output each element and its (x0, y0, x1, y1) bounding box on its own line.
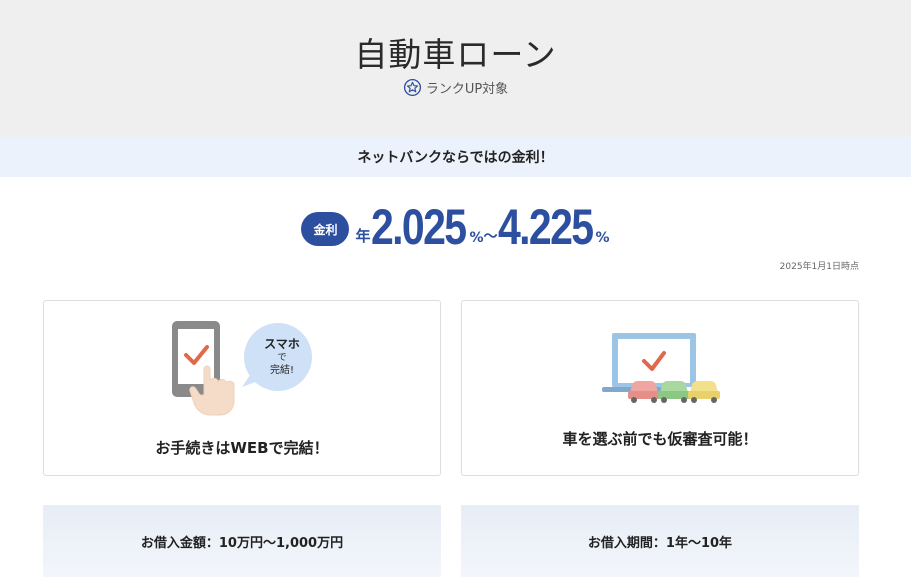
bubble-line-3: 完結! (269, 365, 294, 376)
loan-amount-text: お借入金額：10万円～1,000万円 (140, 535, 344, 551)
rank-up-tag: ランクUP対象 (0, 78, 911, 97)
rank-up-label: ランクUP対象 (425, 82, 509, 97)
feature-card-preapproval: 車を選ぶ前でも仮審査可能！ (461, 300, 859, 476)
loan-term-text: お借入期間：1年～10年 (587, 535, 733, 551)
star-circle-icon (403, 78, 421, 97)
feature-card-web: スマホ で 完結! お手続きはWEBで完結！ (43, 300, 441, 476)
rate-max: 4.225 (497, 199, 594, 255)
bubble-line-1: スマホ (264, 337, 300, 351)
rate-as-of-date: 2025年1月1日時点 (779, 262, 859, 272)
loan-term-box: お借入期間：1年～10年 (461, 505, 859, 577)
bubble-line-2: で (277, 353, 287, 363)
hero-section: 自動車ローン ランクUP対象 (0, 0, 911, 137)
rate-badge: 金利 (301, 212, 350, 246)
rate-prefix: 年 (355, 227, 371, 245)
rate-min: 2.025 (371, 199, 467, 255)
feature-web-text: お手続きはWEBで完結！ (155, 439, 329, 457)
laptop-cars-icon (602, 333, 720, 403)
feature-preapproval-text: 車を選ぶ前でも仮審査可能！ (562, 430, 758, 448)
speech-bubble: スマホ で 完結! (248, 337, 316, 377)
page-title: 自動車ローン (354, 35, 557, 74)
interest-rate: 金利 年 2.025 % ～ 4.225 % (0, 196, 911, 252)
rate-separator: ～ (483, 229, 498, 245)
loan-amount-box: お借入金額：10万円～1,000万円 (43, 505, 441, 577)
rate-unit-min: % (469, 230, 484, 246)
rate-unit-max: % (595, 230, 610, 246)
highlight-band: ネットバンクならではの金利！ (0, 137, 911, 177)
highlight-text: ネットバンクならではの金利！ (357, 150, 554, 166)
